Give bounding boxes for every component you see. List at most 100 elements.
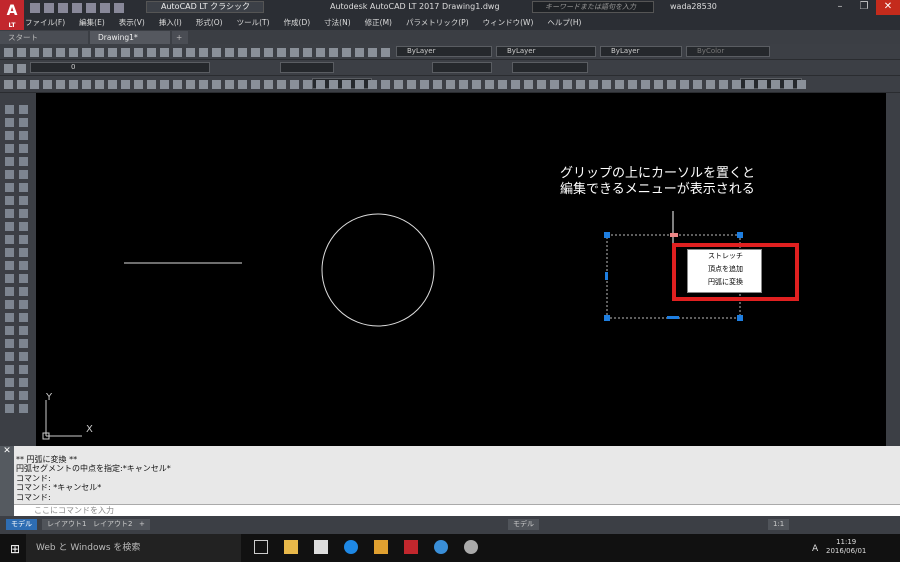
menu-window[interactable]: ウィンドウ(W): [483, 17, 534, 28]
draw-tool-icon[interactable]: [19, 391, 28, 400]
print-icon[interactable]: [86, 2, 96, 13]
toolbar-tool-icon[interactable]: [680, 80, 689, 89]
toolbar-tool-icon[interactable]: [108, 80, 117, 89]
toolbar-tool-icon[interactable]: [368, 80, 377, 89]
toolbar-tool-icon[interactable]: [199, 80, 208, 89]
draw-tool-icon[interactable]: [19, 105, 28, 114]
minimize-button[interactable]: –: [828, 0, 852, 15]
toolbar-tool-icon[interactable]: [264, 80, 273, 89]
draw-tool-icon[interactable]: [19, 313, 28, 322]
grip-bottom-left[interactable]: [604, 315, 610, 321]
toolbar-tool-icon[interactable]: [511, 80, 520, 89]
toolbar-tool-icon[interactable]: [186, 80, 195, 89]
toolbar-tool-icon[interactable]: [186, 48, 195, 57]
undo-icon[interactable]: [100, 2, 110, 13]
layout-tab-layout2[interactable]: レイアウト2: [88, 519, 138, 530]
toolbar-tool-icon[interactable]: [251, 80, 260, 89]
menu-edit[interactable]: 編集(E): [79, 17, 105, 28]
edge-icon[interactable]: [344, 540, 358, 554]
open-icon[interactable]: [44, 2, 54, 13]
annotation-scale[interactable]: 1:1: [768, 519, 790, 530]
toolbar-tool-icon[interactable]: [355, 80, 364, 89]
saveas-icon[interactable]: [72, 2, 82, 13]
toolbar-tool-icon[interactable]: [693, 80, 702, 89]
toolbar-tool-icon[interactable]: [654, 80, 663, 89]
draw-tool-icon[interactable]: [5, 118, 14, 127]
draw-tool-icon[interactable]: [5, 261, 14, 270]
toolbar-tool-icon[interactable]: [4, 80, 13, 89]
draw-tool-icon[interactable]: [5, 274, 14, 283]
toolbar-tool-icon[interactable]: [550, 80, 559, 89]
toolbar-tool-icon[interactable]: [199, 48, 208, 57]
toolbar-tool-icon[interactable]: [290, 48, 299, 57]
menu-format[interactable]: 形式(O): [196, 17, 223, 28]
toolbar-tool-icon[interactable]: [173, 48, 182, 57]
color-dropdown[interactable]: ByLayer: [396, 46, 492, 57]
toolbar-tool-icon[interactable]: [82, 80, 91, 89]
new-layout-button[interactable]: +: [134, 519, 150, 530]
textstyle-dropdown[interactable]: [280, 62, 334, 73]
draw-tool-icon[interactable]: [5, 209, 14, 218]
draw-tool-icon[interactable]: [5, 222, 14, 231]
application-menu-button[interactable]: A LT: [0, 0, 24, 30]
draw-tool-icon[interactable]: [5, 391, 14, 400]
toolbar-tool-icon[interactable]: [238, 48, 247, 57]
toolbar-tool-icon[interactable]: [316, 80, 325, 89]
draw-tool-icon[interactable]: [19, 404, 28, 413]
draw-tool-icon[interactable]: [5, 326, 14, 335]
menu-item-add-vertex[interactable]: 頂点を追加: [688, 263, 761, 276]
toolbar-tool-icon[interactable]: [381, 80, 390, 89]
toolbar-tool-icon[interactable]: [537, 80, 546, 89]
toolbar-tool-icon[interactable]: [264, 48, 273, 57]
store-icon[interactable]: [314, 540, 328, 554]
user-account[interactable]: wada28530: [670, 2, 717, 11]
autocad-taskbar-icon[interactable]: [404, 540, 418, 554]
grip-top-left[interactable]: [604, 232, 610, 238]
draw-tool-icon[interactable]: [5, 378, 14, 387]
draw-tool-icon[interactable]: [5, 170, 14, 179]
lineweight-dropdown[interactable]: ByLayer: [600, 46, 682, 57]
layout-tab-model[interactable]: モデル: [6, 519, 37, 530]
toolbar-tool-icon[interactable]: [134, 48, 143, 57]
draw-tool-icon[interactable]: [5, 339, 14, 348]
menu-item-convert-arc[interactable]: 円弧に変換: [688, 276, 761, 289]
menu-file[interactable]: ファイル(F): [25, 17, 65, 28]
toolbar-tool-icon[interactable]: [69, 80, 78, 89]
draw-tool-icon[interactable]: [19, 274, 28, 283]
toolbar-tool-icon[interactable]: [43, 80, 52, 89]
redo-icon[interactable]: [114, 2, 124, 13]
draw-tool-icon[interactable]: [19, 261, 28, 270]
toolbar-tool-icon[interactable]: [524, 80, 533, 89]
menu-dimension[interactable]: 寸法(N): [324, 17, 350, 28]
menu-modify[interactable]: 修正(M): [365, 17, 392, 28]
toolbar-tool-icon[interactable]: [706, 80, 715, 89]
toolbar-tool-icon[interactable]: [56, 48, 65, 57]
mleaderstyle-dropdown[interactable]: [512, 62, 588, 73]
toolbar-tool-icon[interactable]: [407, 80, 416, 89]
toolbar-tool-icon[interactable]: [589, 80, 598, 89]
toolbar-tool-icon[interactable]: [56, 80, 65, 89]
windows-start-icon[interactable]: ⊞: [10, 542, 20, 556]
toolbar-tool-icon[interactable]: [758, 80, 767, 89]
ie-icon[interactable]: [434, 540, 448, 554]
toolbar-tool-icon[interactable]: [17, 80, 26, 89]
toolbar-tool-icon[interactable]: [771, 80, 780, 89]
draw-tool-icon[interactable]: [5, 183, 14, 192]
toolbar-tool-icon[interactable]: [17, 64, 26, 73]
menu-draw[interactable]: 作成(D): [284, 17, 311, 28]
toolbar-tool-icon[interactable]: [303, 80, 312, 89]
tab-drawing1[interactable]: Drawing1*: [90, 31, 170, 44]
toolbar-tool-icon[interactable]: [381, 48, 390, 57]
toolbar-tool-icon[interactable]: [368, 48, 377, 57]
toolbar-tool-icon[interactable]: [225, 80, 234, 89]
plotstyle-dropdown[interactable]: ByColor: [686, 46, 770, 57]
linetype-dropdown[interactable]: ByLayer: [496, 46, 596, 57]
close-button[interactable]: ✕: [876, 0, 900, 15]
toolbar-tool-icon[interactable]: [732, 80, 741, 89]
new-tab-button[interactable]: +: [172, 31, 188, 44]
layout-tab-layout1[interactable]: レイアウト1: [42, 519, 92, 530]
toolbar-tool-icon[interactable]: [316, 48, 325, 57]
menu-item-stretch[interactable]: ストレッチ: [688, 250, 761, 263]
menu-view[interactable]: 表示(V): [119, 17, 145, 28]
draw-tool-icon[interactable]: [19, 300, 28, 309]
